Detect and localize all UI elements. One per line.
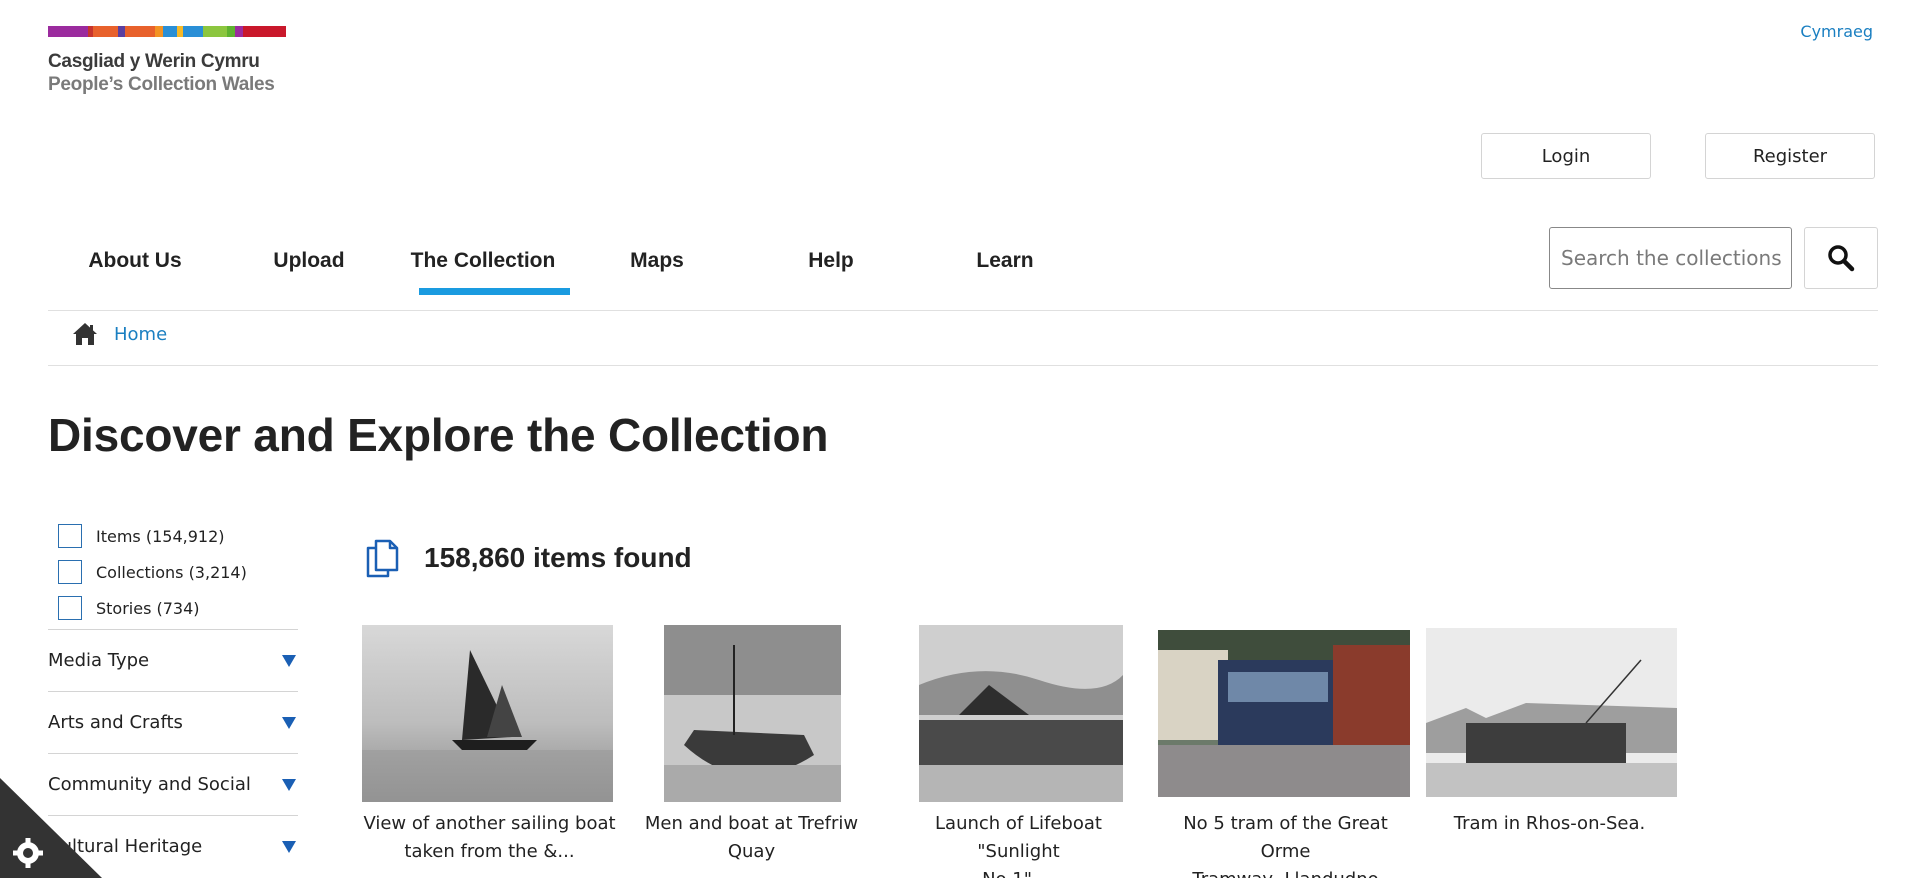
star-icon[interactable] (754, 870, 784, 878)
register-button[interactable]: Register (1705, 133, 1875, 179)
filter-items-checkbox[interactable] (58, 524, 82, 548)
type-filters: Items (154,912) Collections (3,214) Stor… (58, 518, 247, 626)
expand-arrow-icon (282, 778, 296, 791)
view-icon[interactable] (1232, 870, 1262, 878)
result-title-line: View of another sailing boat (363, 813, 616, 834)
result-actions (380, 870, 522, 878)
nav-maps[interactable]: Maps (570, 235, 744, 295)
result-title-line: taken from the &... (404, 841, 575, 862)
results-count: 158,860 items found (424, 542, 692, 573)
expand-arrow-icon (282, 840, 296, 853)
collection-icon[interactable] (909, 870, 939, 878)
main-nav: About Us Upload The Collection Maps Help… (48, 235, 1092, 295)
page-title: Discover and Explore the Collection (48, 409, 829, 461)
expand-arrow-icon (282, 716, 296, 729)
result-title[interactable]: Men and boat at Trefriw Quay (624, 810, 879, 866)
result-thumbnail[interactable] (919, 625, 1123, 802)
view-icon[interactable] (698, 870, 728, 878)
nav-upload[interactable]: Upload (222, 235, 396, 295)
result-actions (909, 870, 1051, 878)
star-icon[interactable] (1021, 870, 1051, 878)
result-thumbnail[interactable] (362, 625, 613, 802)
search-input[interactable] (1549, 227, 1792, 289)
view-icon[interactable] (965, 870, 995, 878)
collection-icon[interactable] (1176, 870, 1206, 878)
result-actions (1176, 870, 1318, 878)
facet-media-type[interactable]: Media Type (48, 629, 298, 691)
view-icon[interactable] (1496, 870, 1526, 878)
filter-collections-row[interactable]: Collections (3,214) (58, 554, 247, 590)
collection-icon[interactable] (1440, 870, 1470, 878)
result-thumbnail[interactable] (1426, 628, 1677, 797)
result-title-line: Men and boat at Trefriw Quay (644, 813, 859, 862)
search-icon (1828, 245, 1855, 272)
filter-items-row[interactable]: Items (154,912) (58, 518, 247, 554)
cookie-settings-button[interactable] (0, 778, 102, 878)
copy-documents-icon (366, 539, 399, 578)
logo-english-name: People’s Collection Wales (48, 74, 275, 95)
login-button[interactable]: Login (1481, 133, 1651, 179)
logo-color-bar (48, 26, 286, 37)
result-thumbnail[interactable] (664, 625, 841, 802)
language-toggle-link[interactable]: Cymraeg (1800, 22, 1873, 41)
facet-arts-and-crafts[interactable]: Arts and Crafts (48, 691, 298, 753)
home-icon (73, 323, 97, 345)
filter-stories-checkbox[interactable] (58, 596, 82, 620)
result-actions (642, 870, 784, 878)
facet-arts-and-crafts-label: Arts and Crafts (48, 712, 183, 733)
logo-welsh-name: Casgliad y Werin Cymru (48, 51, 260, 72)
facet-media-type-label: Media Type (48, 650, 150, 671)
filter-collections-label: Collections (3,214) (96, 562, 247, 582)
search-button[interactable] (1804, 227, 1878, 289)
result-title-line: Tram in Rhos-on-Sea. (1453, 813, 1646, 834)
nav-help[interactable]: Help (744, 235, 918, 295)
result-title-line: No 5 tram of the Great Orme (1183, 813, 1388, 862)
collection-icon[interactable] (642, 870, 672, 878)
nav-about-us[interactable]: About Us (48, 235, 222, 295)
breadcrumb: Home (72, 322, 167, 346)
breadcrumb-home-link[interactable]: Home (114, 324, 167, 345)
site-logo[interactable]: Casgliad y Werin Cymru People’s Collecti… (48, 26, 288, 96)
breadcrumb-divider (48, 365, 1878, 366)
nav-the-collection[interactable]: The Collection (396, 235, 570, 295)
collection-icon[interactable] (380, 870, 410, 878)
filter-stories-row[interactable]: Stories (734) (58, 590, 247, 626)
result-title-line: Launch of Lifeboat "Sunlight (935, 813, 1102, 862)
results-header: 158,860 items found (364, 538, 692, 578)
filter-collections-checkbox[interactable] (58, 560, 82, 584)
expand-arrow-icon (282, 654, 296, 667)
nav-divider (48, 310, 1878, 311)
star-icon[interactable] (1552, 870, 1582, 878)
result-thumbnail[interactable] (1158, 630, 1410, 797)
result-actions (1440, 870, 1582, 878)
view-icon[interactable] (436, 870, 466, 878)
result-title[interactable]: Launch of Lifeboat "Sunlight No 1",... (891, 810, 1146, 878)
result-title[interactable]: Tram in Rhos-on-Sea. (1422, 810, 1677, 838)
star-icon[interactable] (1288, 870, 1318, 878)
result-title[interactable]: View of another sailing boat taken from … (362, 810, 617, 866)
star-icon[interactable] (492, 870, 522, 878)
filter-items-label: Items (154,912) (96, 526, 225, 546)
nav-learn[interactable]: Learn (918, 235, 1092, 295)
result-title[interactable]: No 5 tram of the Great Orme Tramway, Lla… (1158, 810, 1413, 878)
filter-stories-label: Stories (734) (96, 598, 200, 618)
